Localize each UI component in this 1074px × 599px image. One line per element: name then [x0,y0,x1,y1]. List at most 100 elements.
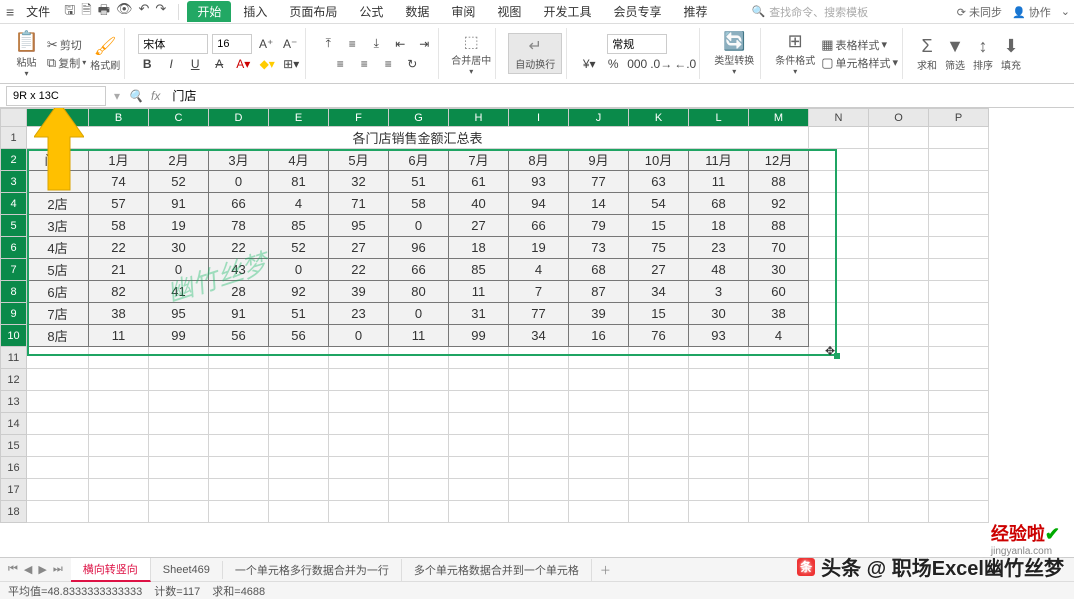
cell-G7[interactable]: 66 [389,259,449,281]
cell-O9[interactable] [869,303,929,325]
cell-F5[interactable]: 95 [329,215,389,237]
cell-D15[interactable] [209,435,269,457]
col-header-E[interactable]: E [269,109,329,127]
underline-button[interactable]: U [185,54,205,74]
cell-K12[interactable] [629,369,689,391]
col-header-C[interactable]: C [149,109,209,127]
cell-D16[interactable] [209,457,269,479]
cell-B3[interactable]: 74 [89,171,149,193]
cell-I3[interactable]: 93 [509,171,569,193]
cell-P17[interactable] [929,479,989,501]
cell-E13[interactable] [269,391,329,413]
chevron-down-icon[interactable]: ⌄ [1061,5,1070,18]
cell-F7[interactable]: 22 [329,259,389,281]
cell-J6[interactable]: 73 [569,237,629,259]
copy-button[interactable]: ⧉复制▾ [47,55,86,71]
cell-H18[interactable] [449,501,509,523]
cell-C14[interactable] [149,413,209,435]
cell-B8[interactable]: 82 [89,281,149,303]
cell-G10[interactable]: 11 [389,325,449,347]
cell-L10[interactable]: 93 [689,325,749,347]
cell-E6[interactable]: 52 [269,237,329,259]
cell-D5[interactable]: 78 [209,215,269,237]
cell-A11[interactable] [27,347,89,369]
cell-N10[interactable] [809,325,869,347]
cell-L11[interactable] [689,347,749,369]
cell-F18[interactable] [329,501,389,523]
cell-I8[interactable]: 7 [509,281,569,303]
cell-A16[interactable] [27,457,89,479]
table-style-button[interactable]: ▦表格样式▾ [821,37,898,53]
cell-F17[interactable] [329,479,389,501]
cell-M8[interactable]: 60 [749,281,809,303]
cell-L4[interactable]: 68 [689,193,749,215]
cell-A12[interactable] [27,369,89,391]
cell-C7[interactable]: 0 [149,259,209,281]
cell-K11[interactable] [629,347,689,369]
cell-O4[interactable] [869,193,929,215]
cell-K4[interactable]: 54 [629,193,689,215]
cell-B11[interactable] [89,347,149,369]
cell-L6[interactable]: 23 [689,237,749,259]
cell-D2[interactable]: 3月 [209,149,269,171]
cell-A4[interactable]: 2店 [27,193,89,215]
print-preview-icon[interactable]: 👁 [116,1,133,23]
cell-F2[interactable]: 5月 [329,149,389,171]
cell-C10[interactable]: 99 [149,325,209,347]
cell-P7[interactable] [929,259,989,281]
cell-F14[interactable] [329,413,389,435]
cell-C18[interactable] [149,501,209,523]
print-icon[interactable]: 🖶 [98,1,110,23]
cell-O15[interactable] [869,435,929,457]
cell-P3[interactable] [929,171,989,193]
fx-label[interactable]: fx [151,89,160,103]
cell-D11[interactable] [209,347,269,369]
font-color-button[interactable]: A▾ [233,54,253,74]
cell-L9[interactable]: 30 [689,303,749,325]
cell-L14[interactable] [689,413,749,435]
cell-P18[interactable] [929,501,989,523]
cell-P12[interactable] [929,369,989,391]
wrap-text-button[interactable]: ↵自动换行 [508,33,562,74]
sheet-first-icon[interactable]: ⏮ [8,563,18,576]
row-header-11[interactable]: 11 [1,347,27,369]
cell-A7[interactable]: 5店 [27,259,89,281]
tab-layout[interactable]: 页面布局 [279,1,347,22]
cell-M10[interactable]: 4 [749,325,809,347]
row-header-17[interactable]: 17 [1,479,27,501]
tab-member[interactable]: 会员专享 [603,1,671,22]
cell-A5[interactable]: 3店 [27,215,89,237]
cell-M13[interactable] [749,391,809,413]
cell-L2[interactable]: 11月 [689,149,749,171]
cell-J4[interactable]: 14 [569,193,629,215]
cell-L16[interactable] [689,457,749,479]
cell-G13[interactable] [389,391,449,413]
increase-font-icon[interactable]: A⁺ [256,34,276,54]
cell-K7[interactable]: 27 [629,259,689,281]
cell-C6[interactable]: 30 [149,237,209,259]
cell-H10[interactable]: 99 [449,325,509,347]
cell-B2[interactable]: 1月 [89,149,149,171]
col-header-F[interactable]: F [329,109,389,127]
cell-G8[interactable]: 80 [389,281,449,303]
cell-H3[interactable]: 61 [449,171,509,193]
cell-P8[interactable] [929,281,989,303]
cell-A1[interactable]: 各门店销售金额汇总表 [27,127,809,149]
formula-input[interactable] [168,86,1068,106]
cell-K10[interactable]: 76 [629,325,689,347]
row-header-8[interactable]: 8 [1,281,27,303]
cell-H16[interactable] [449,457,509,479]
sort-button[interactable]: ↕排序 [971,36,995,72]
cell-D3[interactable]: 0 [209,171,269,193]
sheet-tab[interactable]: Sheet469 [151,561,223,579]
decimal-inc-icon[interactable]: .0→ [651,54,671,74]
col-header-A[interactable]: A [27,109,89,127]
cell-I10[interactable]: 34 [509,325,569,347]
undo-icon[interactable]: ↶ [139,1,150,23]
cell-C13[interactable] [149,391,209,413]
cell-K18[interactable] [629,501,689,523]
row-header-15[interactable]: 15 [1,435,27,457]
row-header-14[interactable]: 14 [1,413,27,435]
cell-A15[interactable] [27,435,89,457]
cell-P13[interactable] [929,391,989,413]
